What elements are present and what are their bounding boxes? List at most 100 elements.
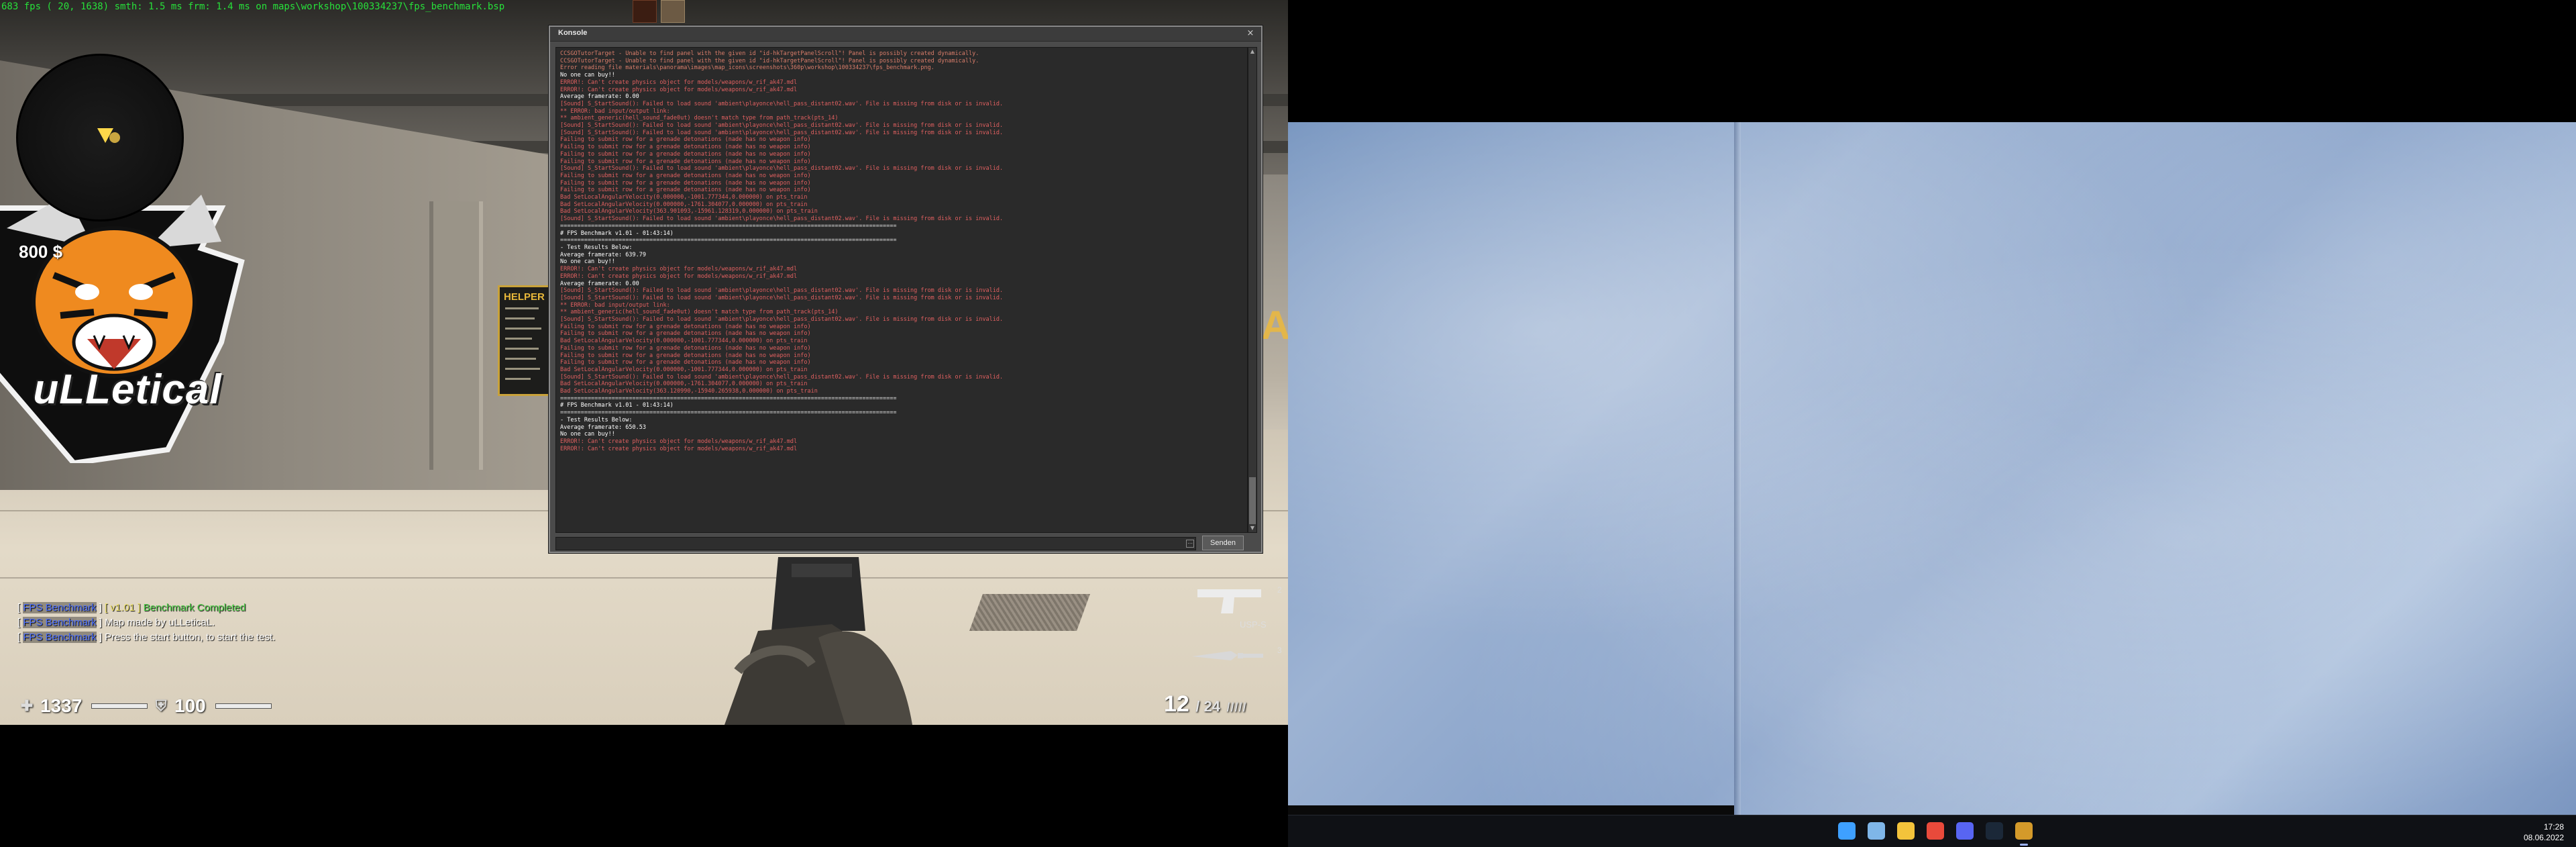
player-portrait-icon [633, 0, 657, 23]
desktop[interactable]: 17:28 08.06.2022 [1288, 0, 2576, 847]
armor-shield-icon: ⛨ [155, 697, 167, 714]
wallpaper [1288, 122, 2576, 815]
chat-tag: FPS Benchmark [23, 632, 97, 643]
console-title: Konsole [558, 29, 588, 37]
helper-poster: HELPER [498, 285, 550, 396]
console-log-line: CCSGOTutorTarget - Unable to find panel … [560, 50, 979, 57]
console-log-line: [Sound] S_StartSound(): Failed to load s… [560, 373, 1004, 381]
console-log[interactable]: CCSGOTutorTarget - Unable to find panel … [555, 47, 1248, 533]
poster-line [505, 358, 536, 360]
ammo-counter: 12 / 24 ///// [1164, 691, 1246, 717]
console-log-line: Bad SetLocalAngularVelocity(363.901093,-… [560, 208, 818, 215]
console-log-line: ** ambient_generic(hell_sound_fade0ut) d… [560, 309, 839, 316]
console-log-line: ========================================… [560, 409, 897, 417]
console-log-line: Failing to submit row for a grenade deto… [560, 144, 811, 151]
logo-text: uLLetical [33, 366, 222, 413]
console-log-line: Failing to submit row for a grenade deto… [560, 136, 811, 144]
console-log-line: Failing to submit row for a grenade deto… [560, 172, 811, 179]
floor-line [0, 577, 1288, 579]
poster-line [505, 328, 541, 330]
discord-icon[interactable] [1956, 822, 1974, 840]
wall-sign-fragment: A [1261, 303, 1288, 348]
ammo-bullets-icon: ///// [1226, 701, 1247, 714]
console-log-line: [Sound] S_StartSound(): Failed to load s… [560, 122, 1004, 130]
poster-line [505, 317, 535, 319]
pillar [429, 201, 483, 470]
armor-indicator: ⛨ 100 [153, 695, 272, 717]
console-log-line: - Test Results Below: [560, 416, 633, 424]
poster-line [505, 307, 539, 309]
chrome-icon[interactable] [1927, 822, 1944, 840]
console-log-line: [Sound] S_StartSound(): Failed to load s… [560, 294, 1004, 301]
console-log-line: Average framerate: 0.00 [560, 280, 639, 287]
health-cross-icon: ✚ [20, 697, 34, 714]
chat-feed: [ FPS Benchmark ] [ v1.01 ] Benchmark Co… [17, 601, 275, 645]
console-log-line: Failing to submit row for a grenade deto… [560, 330, 811, 338]
taskbar-clock[interactable]: 17:28 08.06.2022 [2524, 821, 2564, 843]
chat-line: [ FPS Benchmark ] Map made by uLLeticaL. [17, 617, 215, 628]
game-viewport[interactable]: HELPER A uLLetical 683 fps ( 20, 1638) s… [0, 0, 1288, 725]
console-log-line: ERROR!: Can't create physics object for … [560, 266, 798, 273]
photos-icon[interactable] [1868, 822, 1885, 840]
csgo-icon[interactable] [2015, 822, 2033, 840]
file-explorer-icon[interactable] [1897, 822, 1915, 840]
console-log-line: Bad SetLocalAngularVelocity(0.000000,-10… [560, 194, 808, 201]
console-log-line: No one can buy!! [560, 258, 615, 266]
money-counter: 800 $ [19, 242, 63, 262]
health-indicator: ✚ 1337 [19, 695, 148, 717]
console-log-line: ERROR!: Can't create physics object for … [560, 438, 798, 445]
close-icon[interactable]: × [1245, 28, 1256, 39]
active-app-indicator [2020, 844, 2028, 846]
console-titlebar[interactable]: Konsole × [550, 27, 1261, 42]
console-log-line: ========================================… [560, 222, 897, 230]
chat-message: Map made by uLLeticaL. [105, 617, 215, 628]
console-log-line: CCSGOTutorTarget - Unable to find panel … [560, 57, 979, 64]
console-log-line: No one can buy!! [560, 72, 615, 79]
fps-overlay: 683 fps ( 20, 1638) smth: 1.5 ms frm: 1.… [1, 1, 505, 12]
console-log-line: ERROR!: Can't create physics object for … [560, 86, 798, 93]
scroll-thumb[interactable] [1249, 477, 1256, 524]
chat-line: [ FPS Benchmark ] [ v1.01 ] Benchmark Co… [17, 602, 246, 613]
poster-line [505, 368, 540, 370]
autocomplete-icon[interactable]: ⋯ [1186, 540, 1194, 548]
console-log-line: Failing to submit row for a grenade deto… [560, 179, 811, 187]
poster-line [505, 348, 539, 350]
console-log-line: [Sound] S_StartSound(): Failed to load s… [560, 165, 1004, 172]
chat-message: Benchmark Completed [143, 602, 246, 613]
console-log-line: Failing to submit row for a grenade deto… [560, 158, 811, 165]
console-log-line: ** ERROR: bad input/output link: [560, 301, 670, 309]
console-log-line: Average framerate: 650.53 [560, 424, 646, 431]
poster-line [505, 338, 532, 340]
console-log-line: Failing to submit row for a grenade deto… [560, 352, 811, 359]
console-scrollbar[interactable]: ▲ ▼ [1248, 47, 1257, 533]
console-window[interactable]: Konsole × CCSGOTutorTarget - Unable to f… [549, 26, 1263, 553]
steam-icon[interactable] [1986, 822, 2003, 840]
wallpaper-fold [1734, 122, 1741, 815]
console-log-line: ========================================… [560, 395, 897, 402]
chat-line: [ FPS Benchmark ] Press the start button… [17, 632, 276, 643]
submit-button[interactable]: Senden [1202, 536, 1244, 550]
console-log-line: Failing to submit row for a grenade deto… [560, 187, 811, 194]
windows-start-icon[interactable] [1838, 822, 1856, 840]
scroll-down-icon[interactable]: ▼ [1248, 524, 1256, 532]
clock-date: 08.06.2022 [2523, 833, 2564, 842]
top-player-icons [633, 0, 685, 23]
chat-tag: FPS Benchmark [23, 617, 97, 628]
console-log-line: ERROR!: Can't create physics object for … [560, 79, 798, 86]
console-log-line: Failing to submit row for a grenade deto… [560, 344, 811, 352]
scroll-up-icon[interactable]: ▲ [1248, 48, 1256, 56]
health-value: 1337 [40, 695, 83, 716]
console-log-line: [Sound] S_StartSound(): Failed to load s… [560, 316, 1004, 323]
console-log-line: Bad SetLocalAngularVelocity(0.000000,-17… [560, 201, 808, 208]
console-log-line: [Sound] S_StartSound(): Failed to load s… [560, 129, 1004, 136]
chat-tag: FPS Benchmark [23, 602, 97, 613]
health-bar [91, 703, 148, 709]
chat-message: Press the start button, to start the tes… [105, 632, 276, 643]
console-log-line: [Sound] S_StartSound(): Failed to load s… [560, 100, 1004, 107]
clock-time: 17:28 [2543, 822, 2564, 832]
console-log-line: Average framerate: 639.79 [560, 251, 646, 258]
console-command-input[interactable] [555, 537, 1196, 550]
armor-bar [215, 703, 272, 709]
pistol-name: USP-S [1240, 619, 1267, 630]
poster-title: HELPER [504, 291, 545, 303]
